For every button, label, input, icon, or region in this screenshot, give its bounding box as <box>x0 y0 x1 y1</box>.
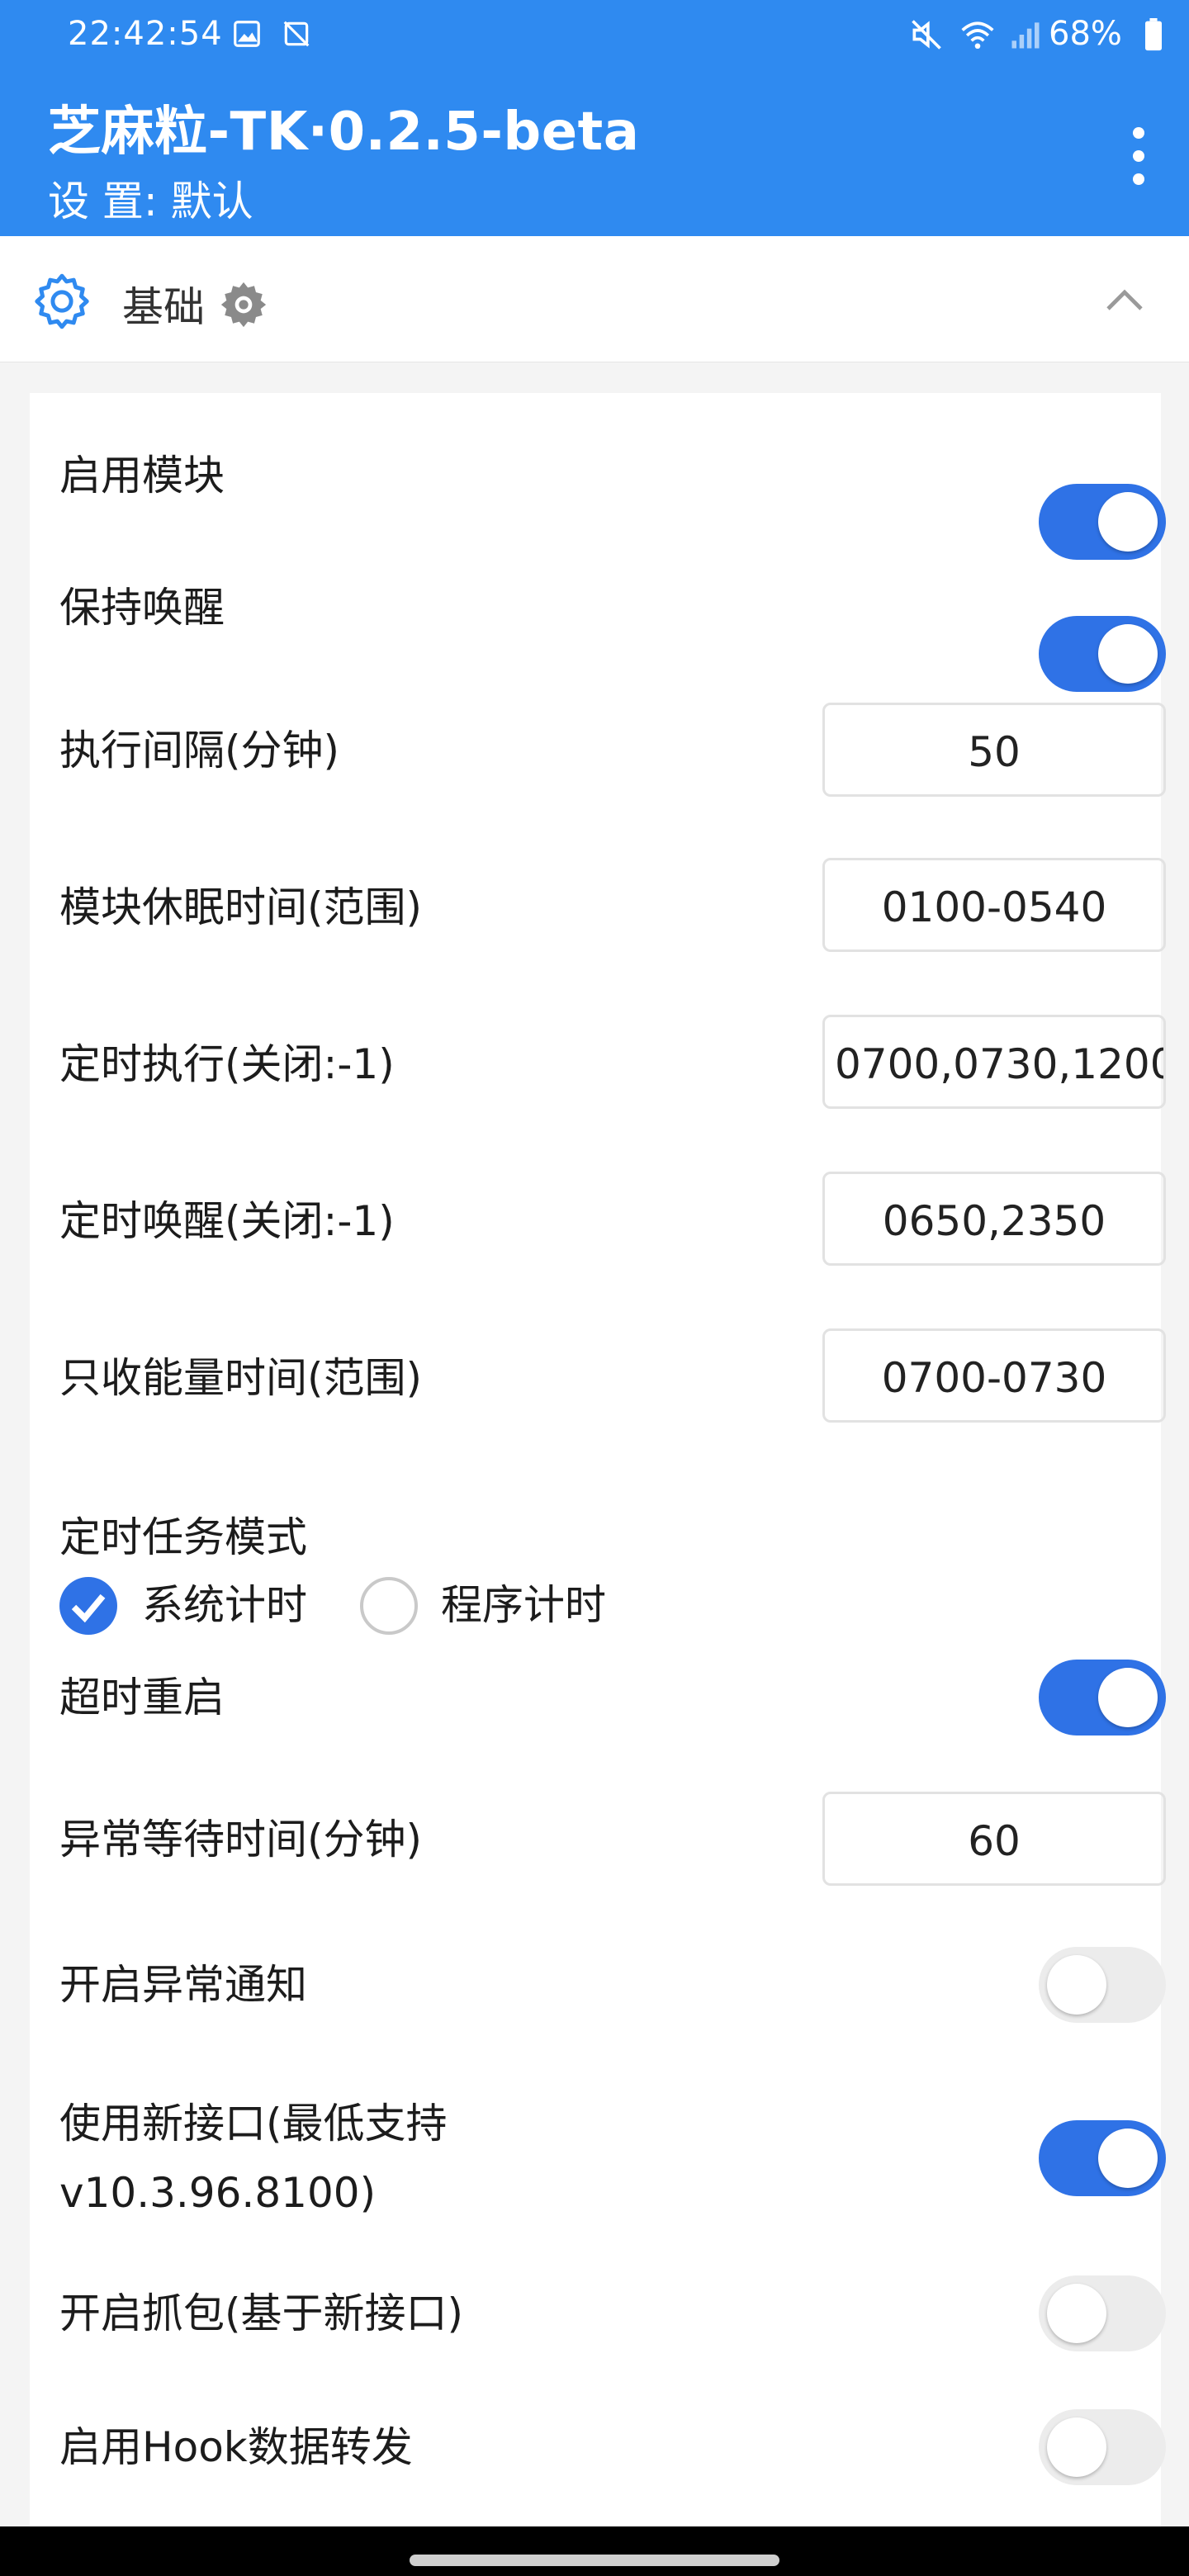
radio-label-program-timer: 程序计时 <box>441 1581 606 1629</box>
new-api-toggle[interactable] <box>1039 2120 1166 2196</box>
setting-label: 开启异常通知 <box>59 1961 307 2009</box>
gear-emoji-icon <box>220 282 267 328</box>
check-icon <box>71 1593 106 1623</box>
setting-label-line1: 使用新接口(最低支持 <box>59 2100 448 2147</box>
signal-icon <box>1011 22 1040 49</box>
setting-label: 启用Hook数据转发 <box>59 2423 413 2471</box>
setting-exec-interval: 执行间隔(分钟) 50 <box>59 703 1166 817</box>
setting-timed-exec: 定时执行(关闭:-1) 0700,0730,1200 <box>59 1015 1166 1130</box>
wifi-icon <box>961 21 994 50</box>
image-icon <box>234 21 260 47</box>
home-gesture-bar[interactable] <box>410 2555 779 2566</box>
setting-new-api: 使用新接口(最低支持 v10.3.96.8100) <box>59 2091 1166 2239</box>
setting-label: 只收能量时间(范围) <box>59 1354 423 1402</box>
page-title: 芝麻粒-TK·0.2.5-beta <box>48 102 640 163</box>
capture-toggle[interactable] <box>1039 2275 1166 2351</box>
more-menu-icon[interactable] <box>1126 127 1151 185</box>
settings-card: 启用模块 保持唤醒 执行间隔(分钟) 50 模块休眠时间(范围) 0100-05… <box>30 393 1166 2556</box>
page-subtitle: 设 置: 默认 <box>48 178 253 225</box>
battery-icon <box>1145 18 1162 51</box>
battery-percent: 68% <box>1049 15 1122 53</box>
setting-label: 定时任务模式 <box>59 1513 307 1561</box>
setting-keep-awake: 保持唤醒 <box>59 558 1166 692</box>
chevron-up-icon[interactable] <box>1103 282 1146 315</box>
setting-label: 开启抓包(基于新接口) <box>59 2290 464 2337</box>
timed-exec-input[interactable]: 0700,0730,1200 <box>822 1015 1166 1109</box>
section-header-basic[interactable]: 基础 <box>0 236 1189 362</box>
setting-timer-mode: 定时任务模式 系统计时 程序计时 <box>59 1504 1166 1645</box>
setting-label: 超时重启 <box>59 1674 225 1721</box>
system-nav-bar <box>0 2526 1189 2576</box>
enable-module-toggle[interactable] <box>1039 484 1166 560</box>
timeout-restart-toggle[interactable] <box>1039 1660 1166 1735</box>
energy-only-time-input[interactable]: 0700-0730 <box>822 1328 1166 1423</box>
setting-error-notify: 开启异常通知 <box>59 1947 1166 2051</box>
radio-program-timer[interactable] <box>360 1577 418 1635</box>
error-notify-toggle[interactable] <box>1039 1947 1166 2023</box>
setting-hook-forward: 启用Hook数据转发 <box>59 2409 1166 2513</box>
setting-energy-only-time: 只收能量时间(范围) 0700-0730 <box>59 1328 1166 1444</box>
status-bar: 22:42:54 68% <box>0 0 1189 74</box>
hook-forward-toggle[interactable] <box>1039 2409 1166 2485</box>
exec-interval-input[interactable]: 50 <box>822 703 1166 797</box>
section-label: 基础 <box>122 283 205 331</box>
setting-label-line2: v10.3.96.8100) <box>59 2169 377 2217</box>
setting-label: 保持唤醒 <box>59 584 225 632</box>
setting-timeout-restart: 超时重启 <box>59 1660 1166 1764</box>
setting-label: 定时执行(关闭:-1) <box>59 1040 395 1088</box>
mute-icon <box>912 20 941 50</box>
keep-awake-toggle[interactable] <box>1039 616 1166 692</box>
error-wait-input[interactable]: 60 <box>822 1792 1166 1886</box>
no-image-icon <box>283 21 310 47</box>
setting-label: 启用模块 <box>59 452 225 500</box>
setting-label: 模块休眠时间(范围) <box>59 883 423 931</box>
status-time: 22:42:54 <box>68 15 223 53</box>
setting-error-wait: 异常等待时间(分钟) 60 <box>59 1792 1166 1906</box>
setting-sleep-time: 模块休眠时间(范围) 0100-0540 <box>59 858 1166 973</box>
radio-label-system-timer: 系统计时 <box>142 1581 307 1629</box>
gear-icon <box>35 273 89 329</box>
setting-enable-module: 启用模块 <box>59 426 1166 560</box>
setting-capture: 开启抓包(基于新接口) <box>59 2275 1166 2379</box>
setting-label: 定时唤醒(关闭:-1) <box>59 1197 395 1245</box>
sleep-time-input[interactable]: 0100-0540 <box>822 858 1166 952</box>
setting-label: 执行间隔(分钟) <box>59 727 340 774</box>
setting-timed-wake: 定时唤醒(关闭:-1) 0650,2350 <box>59 1172 1166 1287</box>
app-bar: 22:42:54 68% 芝麻粒-TK·0.2.5-beta 设 置: 默认 <box>0 0 1189 236</box>
timed-wake-input[interactable]: 0650,2350 <box>822 1172 1166 1266</box>
radio-system-timer[interactable] <box>59 1577 117 1635</box>
setting-label: 异常等待时间(分钟) <box>59 1816 423 1863</box>
